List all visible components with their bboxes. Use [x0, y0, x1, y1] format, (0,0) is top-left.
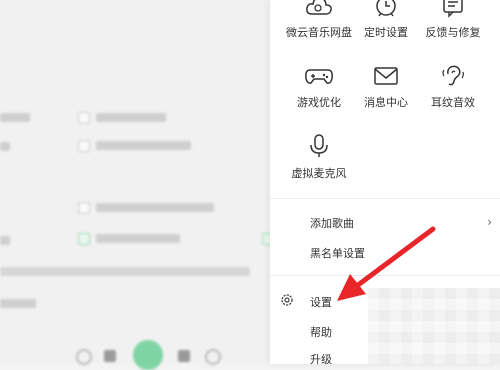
- red-arrow-annotation: [337, 226, 436, 301]
